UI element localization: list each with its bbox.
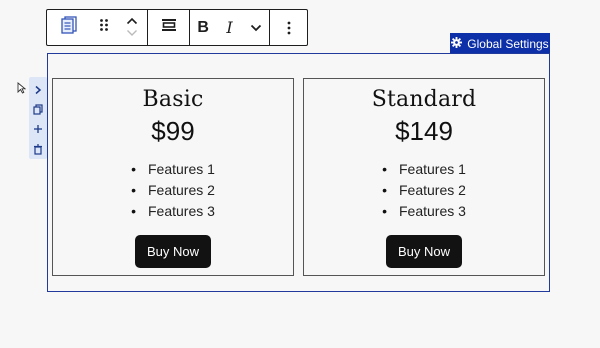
duplicate-button[interactable] <box>29 100 47 120</box>
drag-handle[interactable] <box>91 10 117 45</box>
italic-button[interactable]: I <box>216 10 242 45</box>
plan-price: $99 <box>151 116 195 146</box>
drag-handle-icon <box>99 18 109 37</box>
chevron-right-icon <box>35 85 42 94</box>
chevron-down-icon <box>127 29 137 36</box>
global-settings-label: Global Settings <box>467 36 549 51</box>
move-up-button[interactable] <box>126 16 138 28</box>
feature-item: Features 2 <box>304 180 544 201</box>
expand-button[interactable] <box>29 80 47 100</box>
document-stack-icon <box>59 15 79 40</box>
buy-now-button[interactable]: Buy Now <box>385 235 463 268</box>
plan-price: $149 <box>395 116 453 146</box>
chevron-up-icon <box>126 17 138 24</box>
feature-item: Features 1 <box>304 159 544 180</box>
align-button[interactable] <box>148 10 189 45</box>
delete-button[interactable] <box>29 139 47 159</box>
more-rich-text-button[interactable] <box>243 10 269 45</box>
pricing-card[interactable]: Standard $149 Features 1 Features 2 Feat… <box>303 78 545 276</box>
gear-icon <box>451 36 463 51</box>
trash-icon <box>34 144 42 155</box>
options-button[interactable] <box>270 10 308 45</box>
block-toolbar: B I <box>46 9 308 46</box>
pricing-table-block[interactable]: Basic $99 Features 1 Features 2 Features… <box>47 53 550 292</box>
feature-item: Features 1 <box>53 159 293 180</box>
plan-name: Standard <box>371 87 477 112</box>
mouse-cursor-icon <box>17 81 27 99</box>
format-group: B I <box>190 10 270 45</box>
side-controls <box>29 77 47 159</box>
block-controls-group <box>47 10 148 45</box>
feature-list: Features 1 Features 2 Features 3 <box>304 159 544 222</box>
feature-list: Features 1 Features 2 Features 3 <box>53 159 293 222</box>
plus-icon <box>34 125 42 134</box>
block-type-button[interactable] <box>47 10 91 45</box>
plan-name: Basic <box>142 87 204 112</box>
align-group <box>148 10 190 45</box>
vertical-ellipsis-icon <box>287 21 291 34</box>
feature-item: Features 3 <box>304 201 544 222</box>
global-settings-button[interactable]: Global Settings <box>450 33 550 54</box>
add-button[interactable] <box>29 120 47 140</box>
bold-button[interactable]: B <box>190 10 216 45</box>
move-down-button[interactable] <box>126 28 138 40</box>
feature-item: Features 2 <box>53 180 293 201</box>
align-icon <box>161 17 176 38</box>
buy-now-button[interactable]: Buy Now <box>134 235 212 268</box>
duplicate-icon <box>33 104 43 115</box>
chevron-down-icon <box>250 24 261 31</box>
move-buttons <box>117 10 147 45</box>
pricing-card[interactable]: Basic $99 Features 1 Features 2 Features… <box>52 78 294 276</box>
feature-item: Features 3 <box>53 201 293 222</box>
options-group <box>270 10 308 45</box>
